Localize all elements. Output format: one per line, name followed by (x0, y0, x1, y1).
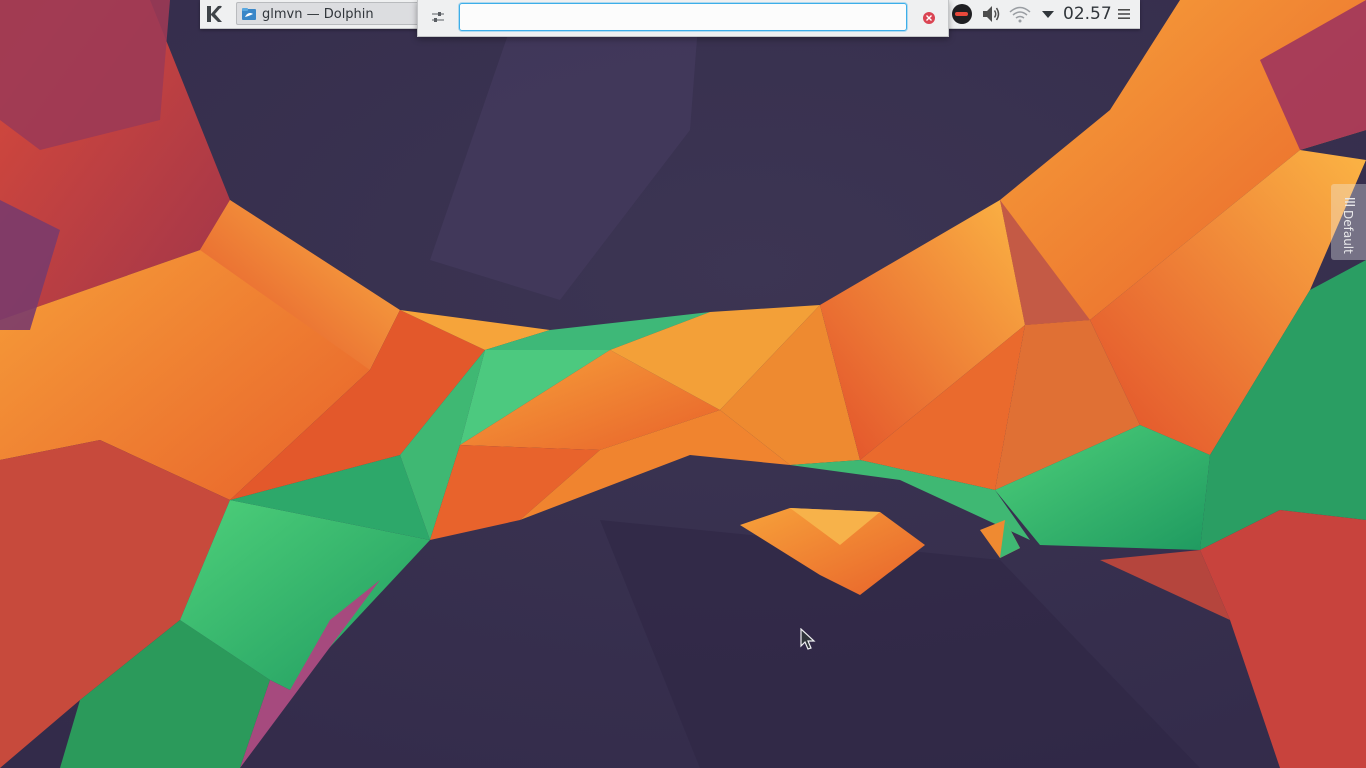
kde-logo-icon[interactable] (202, 2, 226, 26)
activity-name: Default (1341, 210, 1355, 254)
activity-switcher-tab[interactable]: Default (1331, 184, 1366, 260)
tray-app-icon[interactable] (951, 3, 973, 25)
krunner-dialog (417, 0, 949, 37)
activity-grip-icon (1345, 192, 1355, 206)
wifi-icon[interactable] (1008, 3, 1032, 25)
task-item-dolphin[interactable]: glmvn — Dolphin (236, 2, 426, 25)
mouse-cursor-icon (800, 628, 816, 650)
task-item-label: glmvn — Dolphin (262, 7, 374, 22)
desktop[interactable]: glmvn — Dolphin 02.57 Default (0, 0, 1366, 768)
dolphin-folder-icon (241, 6, 257, 22)
krunner-search-input[interactable] (459, 3, 907, 31)
wallpaper (0, 0, 1366, 768)
settings-sliders-icon[interactable] (430, 9, 446, 25)
expand-arrow-icon[interactable] (1041, 3, 1055, 25)
speaker-volume-icon[interactable] (981, 3, 1001, 25)
close-icon[interactable] (922, 10, 936, 24)
hamburger-menu-icon[interactable] (1116, 3, 1132, 25)
digital-clock[interactable]: 02.57 (1063, 3, 1112, 25)
